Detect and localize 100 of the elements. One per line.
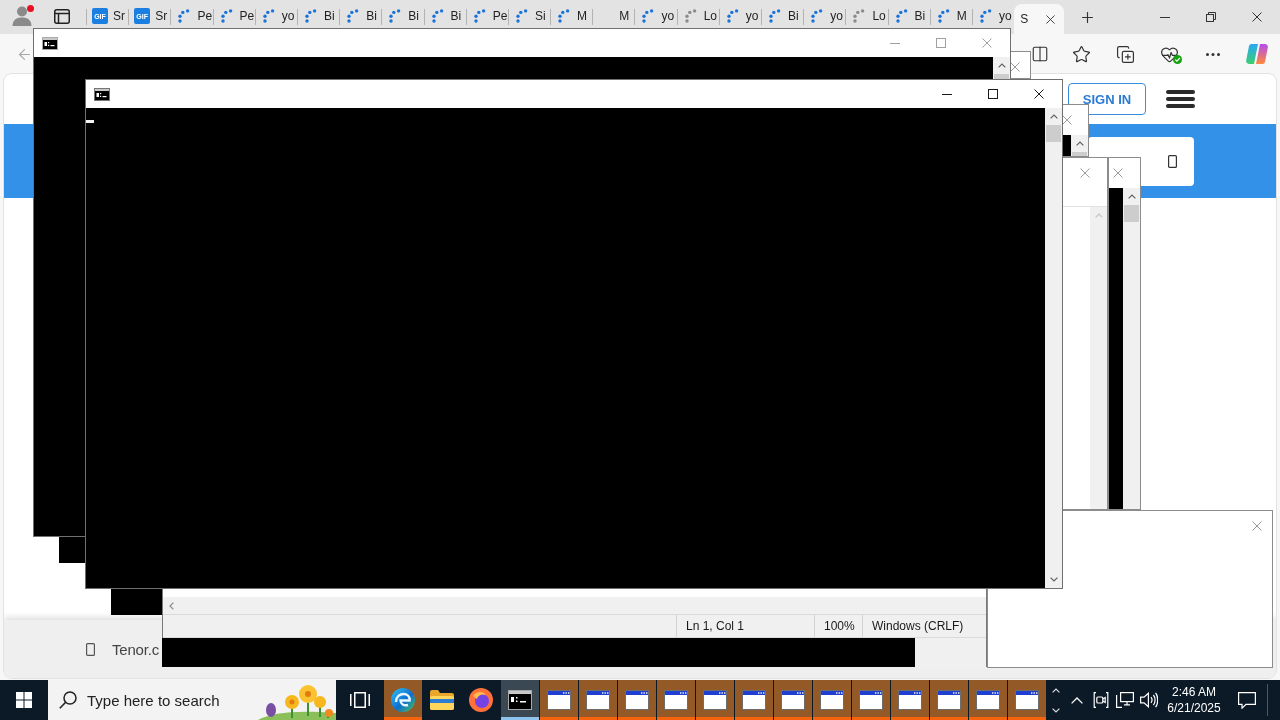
network-icon: [1116, 692, 1134, 708]
tab[interactable]: Pe: [212, 0, 255, 28]
person-icon: [12, 6, 32, 26]
tab[interactable]: Lo: [676, 0, 719, 28]
vertical-scrollbar[interactable]: [1045, 108, 1062, 588]
taskbar-button[interactable]: [774, 680, 812, 720]
taskbar-button[interactable]: [540, 680, 578, 720]
chevron-up-icon: [1075, 141, 1084, 146]
scrollbar-thumb[interactable]: [1124, 205, 1139, 222]
window-icon: [547, 690, 571, 710]
restore-icon: [1206, 12, 1216, 22]
window-icon: [898, 690, 922, 710]
vertical-scrollbar[interactable]: [1123, 188, 1140, 509]
loading-dots-icon: [642, 9, 655, 23]
task-view-icon: [350, 692, 370, 708]
tab[interactable]: Pe: [465, 0, 508, 28]
loading-dots-icon: [347, 9, 360, 23]
rectangle-icon: [86, 642, 95, 656]
chevron-down-icon: [1049, 577, 1058, 582]
scrollbar-thumb[interactable]: [994, 74, 1009, 79]
close-icon: [1252, 521, 1262, 531]
vertical-scrollbar[interactable]: [1090, 207, 1107, 509]
rectangle-icon: [1168, 154, 1177, 168]
more-icon: [1206, 52, 1220, 56]
tab[interactable]: Bi: [761, 0, 804, 28]
taskbar-button[interactable]: [618, 680, 656, 720]
close-icon: [1113, 168, 1123, 178]
search-icon: [59, 691, 77, 709]
tab[interactable]: Si: [507, 0, 551, 28]
chevron-up-icon: [1127, 194, 1136, 199]
tab[interactable]: M: [592, 0, 635, 28]
loading-dots-icon: [558, 9, 571, 23]
taskbar-button[interactable]: [501, 680, 539, 720]
folder-icon: [430, 690, 454, 710]
close-icon: [1045, 14, 1055, 24]
tab[interactable]: yo: [718, 0, 761, 28]
status-text: 100%: [814, 615, 862, 637]
window-icon: [625, 690, 649, 710]
taskbar-button[interactable]: [930, 680, 968, 720]
window-icon: [703, 690, 727, 710]
tab[interactable]: Bi: [296, 0, 340, 28]
tab[interactable]: yo: [254, 0, 297, 28]
window-icon: [586, 690, 610, 710]
scrollbar-thumb[interactable]: [1046, 125, 1061, 142]
loading-dots-icon: [769, 9, 781, 23]
loading-dots-icon: [895, 9, 908, 23]
clock-button[interactable]: 2:46 AM 6/21/2025: [1161, 680, 1227, 720]
loading-dots-icon: [726, 9, 739, 23]
close-icon: [1252, 12, 1262, 22]
vertical-scrollbar[interactable]: [1071, 135, 1088, 156]
minimize-icon: [1160, 16, 1170, 18]
chevron-down-icon: [1052, 707, 1060, 713]
tab[interactable]: Bi: [381, 0, 424, 28]
vertical-scrollbar[interactable]: [993, 57, 1010, 79]
menu-icon[interactable]: [1166, 90, 1195, 108]
loading-dots-icon: [220, 9, 233, 23]
taskbar-button[interactable]: [852, 680, 890, 720]
tab[interactable]: Pe: [170, 0, 213, 28]
taskbar-button[interactable]: [735, 680, 773, 720]
taskbar-button[interactable]: [1008, 680, 1046, 720]
taskbar-button[interactable]: [657, 680, 695, 720]
tab[interactable]: M: [929, 0, 972, 28]
tab-actions-icon: [54, 8, 70, 24]
minimize-icon: [890, 42, 900, 44]
terminal-icon: [94, 87, 110, 101]
taskbar-button[interactable]: [969, 680, 1007, 720]
tab[interactable]: Bi: [423, 0, 466, 28]
volume-icon: [1140, 692, 1158, 708]
loading-dots-icon: [304, 9, 317, 23]
taskbar-button[interactable]: [579, 680, 617, 720]
sign-in-button[interactable]: SIGN IN: [1068, 83, 1146, 115]
tab[interactable]: Lo: [845, 0, 888, 28]
tab-close-button[interactable]: [1043, 12, 1058, 26]
terminal-icon: [42, 36, 58, 50]
loading-dots-icon: [684, 9, 697, 23]
taskbar-button[interactable]: [813, 680, 851, 720]
taskbar-button[interactable]: [696, 680, 734, 720]
loading-dots-icon: [853, 9, 866, 23]
check-badge-icon: [1173, 55, 1182, 64]
close-icon: [982, 38, 992, 48]
tab[interactable]: Bi: [887, 0, 930, 28]
loading-dots-icon: [178, 9, 191, 23]
terminal-icon: [508, 690, 532, 710]
chevron-up-icon: [1049, 114, 1058, 119]
tab[interactable]: S: [1014, 4, 1065, 34]
loading-dots-icon: [389, 9, 402, 23]
chevron-up-icon: [997, 63, 1006, 68]
status-text: Ln 1, Col 1: [676, 615, 814, 637]
tab[interactable]: yo: [634, 0, 677, 28]
tab[interactable]: yo: [971, 0, 1015, 28]
flame-globe-icon: [469, 688, 493, 712]
window-icon: [781, 690, 805, 710]
close-icon: [1062, 115, 1072, 125]
tab[interactable]: M: [550, 0, 593, 28]
tab[interactable]: yo: [803, 0, 846, 28]
chevron-left-icon: [169, 601, 174, 610]
maximize-icon: [988, 89, 998, 99]
tab[interactable]: Bi: [339, 0, 382, 28]
taskbar-button[interactable]: [891, 680, 929, 720]
chevron-up-icon: [1071, 696, 1083, 704]
